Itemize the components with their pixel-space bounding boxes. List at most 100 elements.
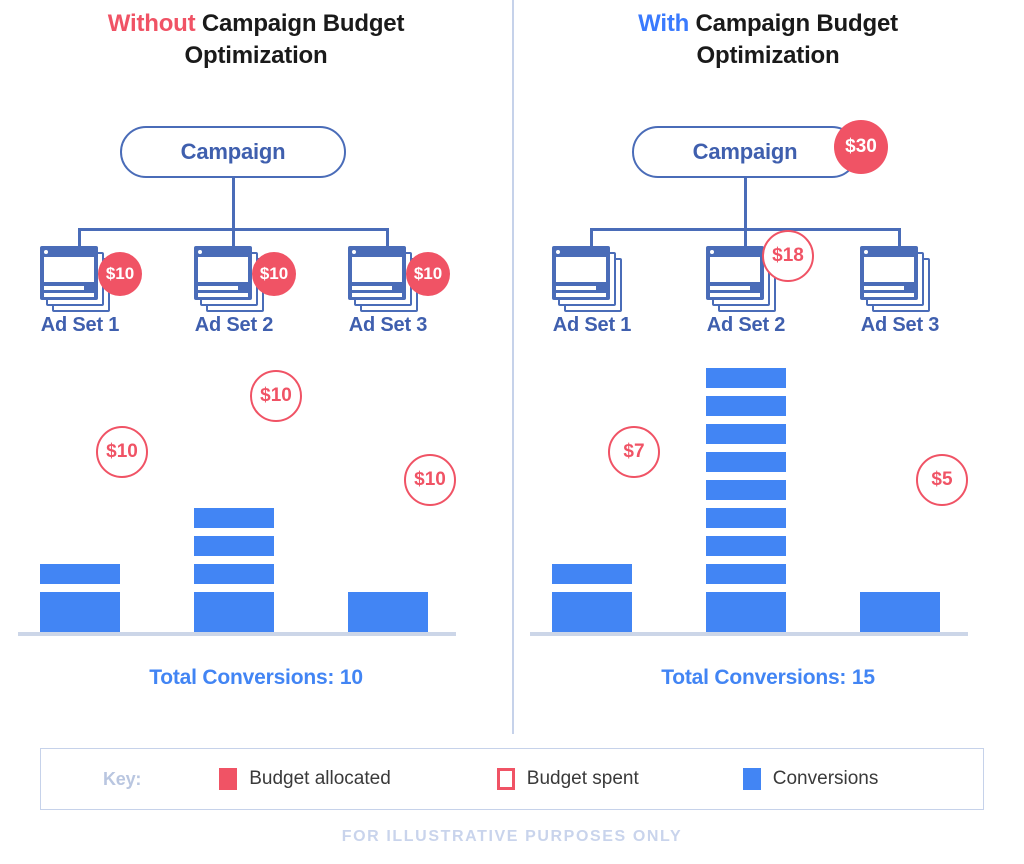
ad-set-node-2[interactable]: $10 Ad Set 2	[154, 118, 314, 336]
conversion-segment	[706, 368, 786, 388]
ad-set-node-3[interactable]: $10 Ad Set 3	[308, 118, 468, 336]
campaign-tree-without: Campaign $10 Ad Set 1 $10 Ad Set 2 $10 A…	[0, 118, 512, 348]
footer-disclaimer: FOR ILLUSTRATIVE PURPOSES ONLY	[341, 828, 683, 845]
ad-set-label-1: Ad Set 1	[40, 314, 120, 336]
browser-text-line-2	[556, 293, 606, 297]
conversion-bar-2	[194, 500, 274, 632]
conversion-bar-3	[860, 584, 940, 632]
conversion-segment	[194, 592, 274, 612]
legend-key: Key: Budget allocated Budget spent Conve…	[40, 748, 984, 810]
legend-item-budget-allocated: Budget allocated	[219, 768, 391, 790]
title-line2-with: Optimization	[696, 42, 840, 69]
conversion-segment	[40, 612, 120, 632]
ad-set-node-1[interactable]: $10 Ad Set 1	[0, 118, 160, 336]
browser-text-line-2	[44, 293, 94, 297]
conversion-segment	[194, 564, 274, 584]
title-highlight-without: Without	[107, 10, 196, 37]
conversion-segment	[40, 592, 120, 612]
page-title-without: Without Campaign Budget Optimization	[0, 8, 512, 72]
ad-set-icon-3: $10	[348, 246, 450, 322]
browser-dot-icon	[198, 250, 202, 254]
browser-screen-icon	[556, 257, 606, 282]
conversion-bar-3	[348, 584, 428, 632]
title-rest-without: Campaign Budget	[195, 10, 405, 37]
chart-baseline	[18, 632, 456, 636]
ad-set-label-2: Ad Set 2	[706, 314, 786, 336]
total-conversions-without: Total Conversions: 10	[149, 666, 363, 689]
conversion-segment	[194, 536, 274, 556]
browser-screen-icon	[352, 257, 402, 282]
ad-set-icon-1	[552, 246, 632, 322]
title-highlight-with: With	[638, 10, 690, 37]
browser-screen-icon	[864, 257, 914, 282]
legend-label-budget-spent: Budget spent	[526, 768, 639, 789]
conversions-chart-without: $10 $10 $10	[0, 360, 512, 650]
conversion-segment	[348, 592, 428, 612]
ad-set-label-3: Ad Set 3	[860, 314, 940, 336]
conversion-segment	[706, 564, 786, 584]
browser-text-line-1	[44, 286, 84, 290]
conversion-segment	[706, 452, 786, 472]
budget-spent-badge-3: $10	[404, 454, 456, 506]
ad-set-label-1: Ad Set 1	[552, 314, 632, 336]
legend-item-budget-spent: Budget spent	[496, 768, 639, 790]
browser-text-line-1	[556, 286, 596, 290]
conversion-segment	[706, 508, 786, 528]
campaign-budget-badge: $30	[834, 120, 888, 174]
budget-spent-badge-2: $10	[250, 370, 302, 422]
conversion-segment	[706, 612, 786, 632]
ad-set-card-front	[706, 246, 764, 300]
budget-allocated-badge-1: $10	[98, 252, 142, 296]
legend-swatch-conversions	[742, 768, 761, 790]
conversion-segment	[552, 564, 632, 584]
legend-label-conversions: Conversions	[772, 768, 879, 789]
browser-text-line-2	[864, 293, 914, 297]
infographic-page: Without Campaign Budget Optimization Cam…	[0, 0, 1024, 864]
title-rest-with: Campaign Budget	[689, 10, 899, 37]
browser-text-line-2	[352, 293, 402, 297]
conversion-segment	[706, 396, 786, 416]
ad-set-icon-1: $10	[40, 246, 142, 322]
budget-spent-badge-1: $10	[96, 426, 148, 478]
budget-allocated-badge-2: $10	[252, 252, 296, 296]
ad-set-node-1[interactable]: Ad Set 1	[512, 118, 672, 336]
panel-without-cbo: Without Campaign Budget Optimization Cam…	[0, 0, 512, 734]
browser-text-line-2	[198, 293, 248, 297]
conversion-segment	[552, 592, 632, 612]
ad-set-card-front	[552, 246, 610, 300]
browser-screen-icon	[710, 257, 760, 282]
conversion-segment	[194, 508, 274, 528]
conversion-bar-1	[552, 556, 632, 632]
ad-set-card-front	[348, 246, 406, 300]
legend-swatch-budget-allocated	[219, 768, 238, 790]
browser-dot-icon	[710, 250, 714, 254]
conversion-bar-1	[40, 556, 120, 632]
page-title-with: With Campaign Budget Optimization	[512, 8, 1024, 72]
browser-text-line-1	[198, 286, 238, 290]
ad-set-card-front	[40, 246, 98, 300]
browser-dot-icon	[352, 250, 356, 254]
panel-with-cbo: With Campaign Budget Optimization Campai…	[512, 0, 1024, 734]
conversion-segment	[860, 592, 940, 612]
conversion-segment	[706, 592, 786, 612]
title-line2-without: Optimization	[184, 42, 328, 69]
ad-set-icon-3	[860, 246, 940, 322]
conversion-segment	[706, 424, 786, 444]
ad-set-card-front	[860, 246, 918, 300]
ad-set-node-2[interactable]: Ad Set 2	[666, 118, 826, 336]
browser-screen-icon	[44, 257, 94, 282]
browser-screen-icon	[198, 257, 248, 282]
browser-dot-icon	[864, 250, 868, 254]
legend-item-conversions: Conversions	[742, 768, 879, 790]
conversion-segment	[706, 536, 786, 556]
browser-text-line-2	[710, 293, 760, 297]
chart-baseline	[530, 632, 968, 636]
budget-spent-badge-1: $7	[608, 426, 660, 478]
ad-set-label-3: Ad Set 3	[348, 314, 428, 336]
browser-dot-icon	[44, 250, 48, 254]
conversion-segment	[860, 612, 940, 632]
legend-swatch-budget-spent	[496, 768, 515, 790]
conversions-chart-with: $7 $18 $5	[512, 230, 1024, 650]
ad-set-icon-2: $10	[194, 246, 296, 322]
total-conversions-with: Total Conversions: 15	[661, 666, 875, 689]
